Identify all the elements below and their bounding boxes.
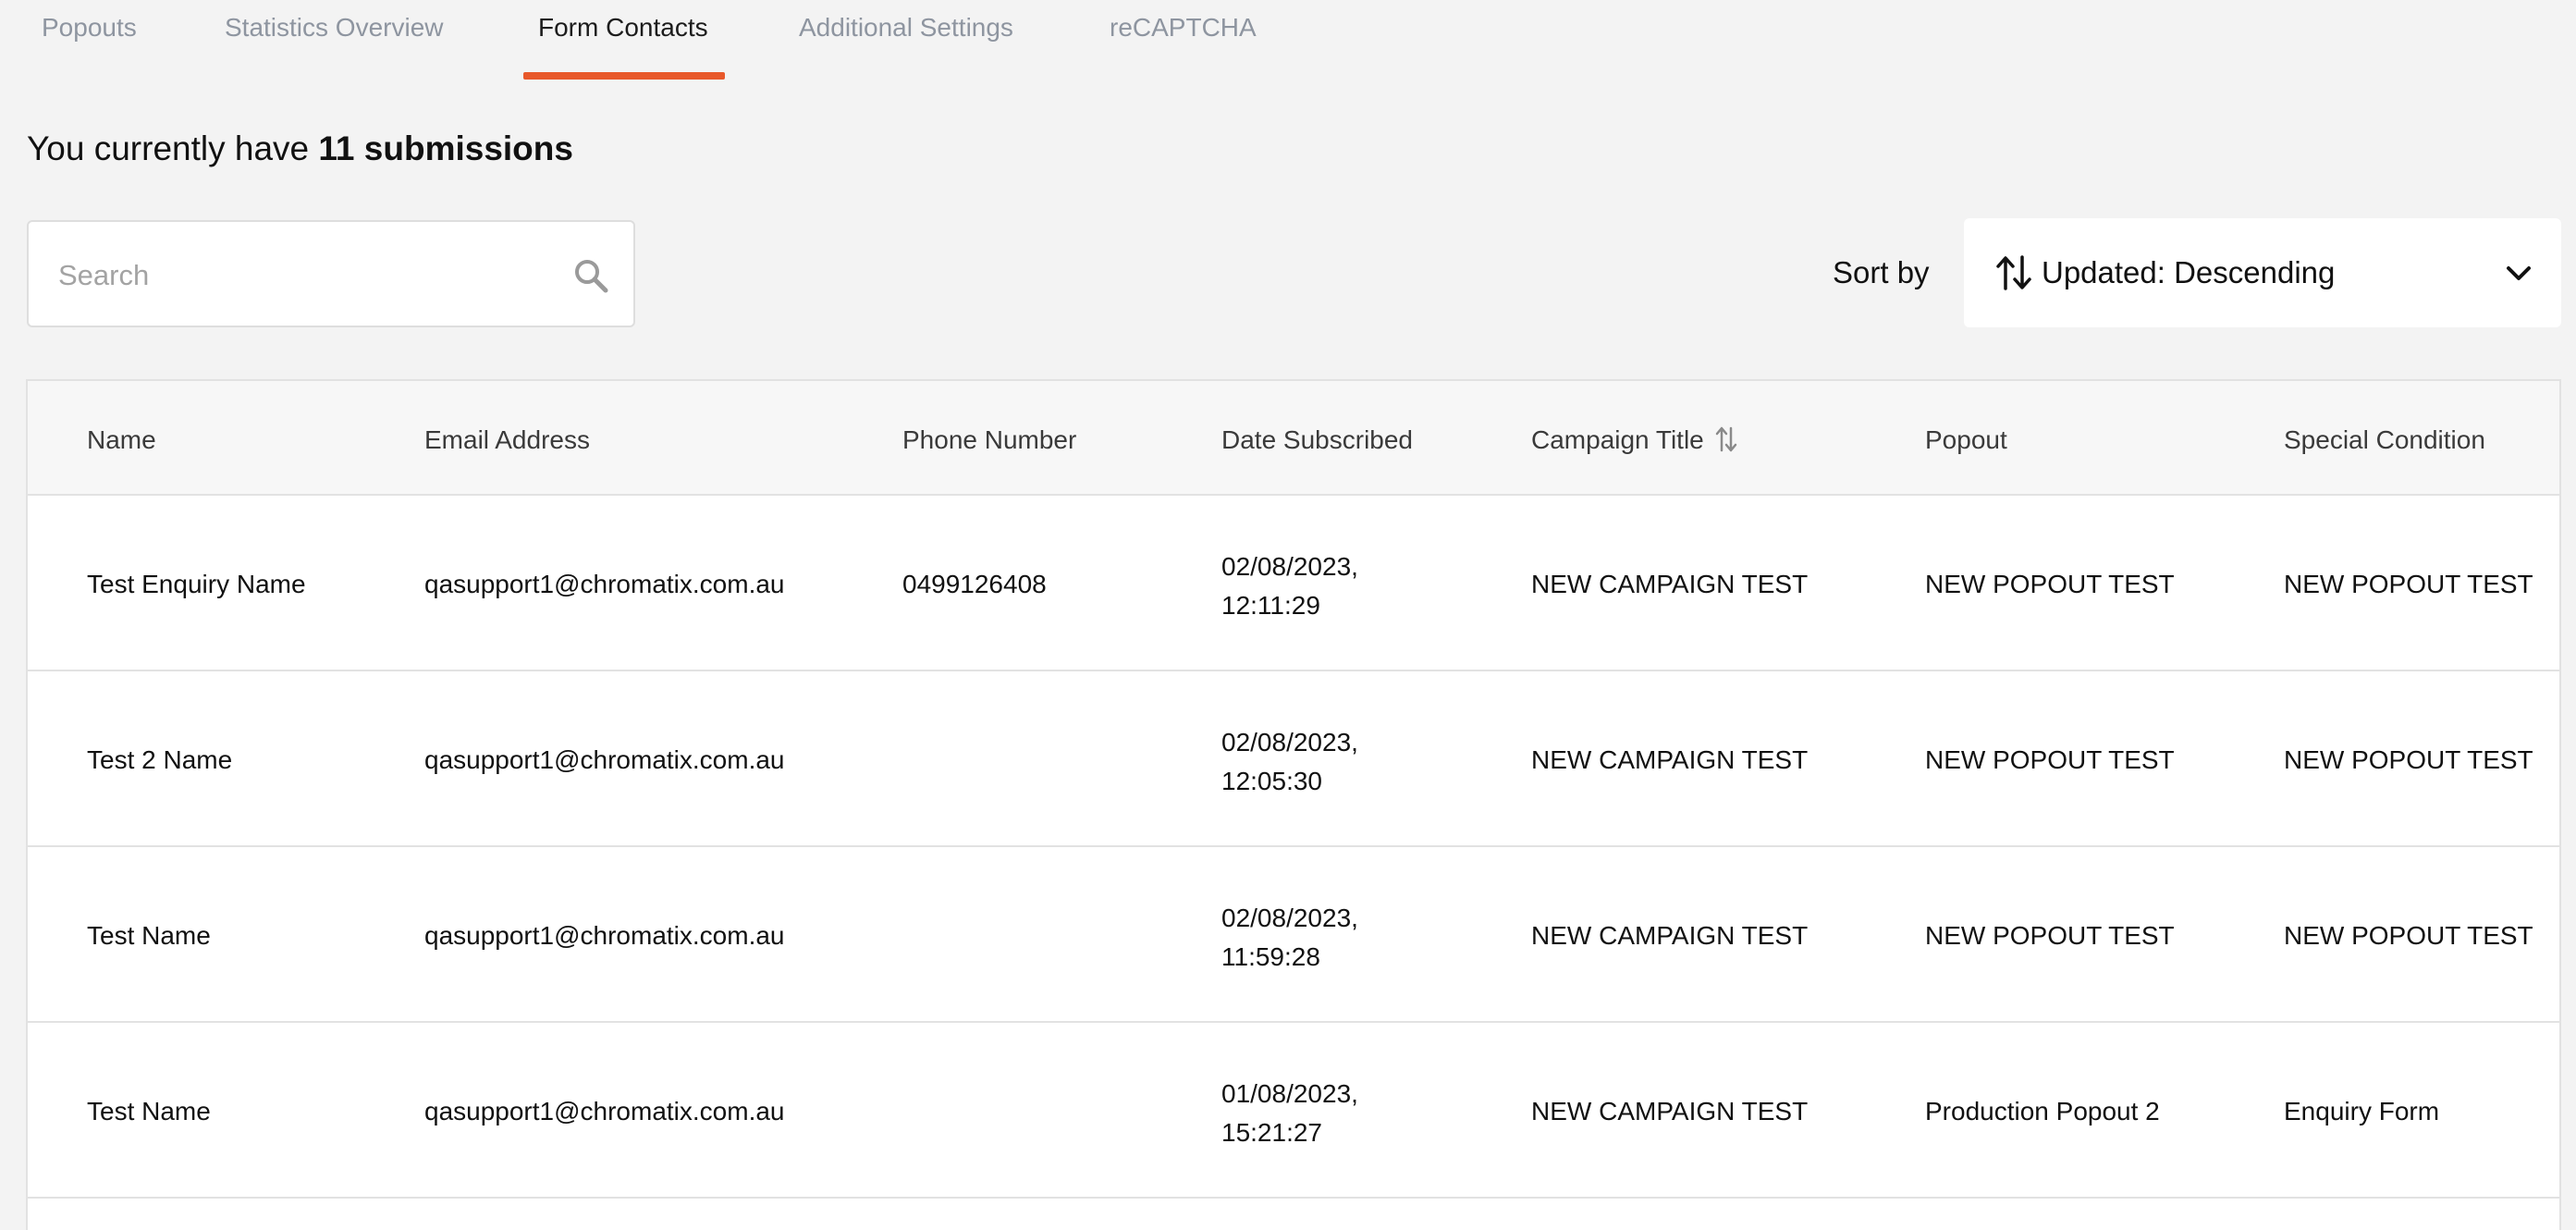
tab-popouts[interactable]: Popouts [42,0,137,81]
cell-date: 01/08/2023, 15:21:27 [1221,1075,1358,1152]
search-icon[interactable] [572,257,609,294]
column-header-date: Date Subscribed [1221,425,1414,454]
cell-date-time: 12:05:30 [1221,767,1322,795]
cell-date-day: 02/08/2023, [1221,552,1358,581]
cell-date-day: 01/08/2023, [1221,1079,1358,1108]
table-row[interactable]: Test Name qasupport1@chromatix.com.au 02… [28,847,2559,1023]
cell-popout: NEW POPOUT TEST [1925,921,2175,950]
cell-date: 02/08/2023, 12:05:30 [1221,723,1358,801]
cell-campaign: NEW CAMPAIGN TEST [1531,570,1809,598]
cell-campaign: NEW CAMPAIGN TEST [1531,745,1809,774]
cell-date-time: 15:21:27 [1221,1118,1322,1147]
cell-phone: 0499126408 [902,570,1047,598]
column-header-campaign-label: Campaign Title [1531,425,1704,454]
cell-name: Test 2 Name [87,745,233,774]
column-header-special-condition: Special Condition [2284,425,2485,454]
cell-campaign: NEW CAMPAIGN TEST [1531,1097,1809,1125]
table-row[interactable]: Test Enquiry Name qasupport1@chromatix.c… [28,496,2559,671]
column-header-popout: Popout [1925,425,2007,454]
cell-special-condition: Enquiry Form [2284,1097,2440,1125]
cell-popout: Production Popout 2 [1925,1097,2160,1125]
cell-popout: NEW POPOUT TEST [1925,570,2175,598]
summary-prefix: You currently have [27,129,310,167]
cell-name: Test Name [87,921,211,950]
contacts-table: Name Email Address Phone Number Date Sub… [26,379,2561,1230]
sort-label: Sort by [1833,255,1930,289]
sort-dropdown[interactable]: Updated: Descending [1964,218,2561,327]
cell-date-time: 11:59:28 [1221,942,1320,971]
tab-form-contacts[interactable]: Form Contacts [538,0,708,81]
table-row[interactable]: Test Name qasupport1@chromatix.com.au 01… [28,1023,2559,1199]
tab-bar: Popouts Statistics Overview Form Contact… [0,0,2576,81]
cell-name: Test Name [87,1097,211,1125]
cell-date-time: 12:11:29 [1221,591,1320,620]
cell-email: qasupport1@chromatix.com.au [424,1097,785,1125]
chevron-down-icon [2507,266,2531,280]
cell-date: 02/08/2023, 12:11:29 [1221,547,1358,625]
column-header-campaign[interactable]: Campaign Title [1531,425,1737,455]
sort-arrows-icon [1996,255,2031,290]
tab-recaptcha[interactable]: reCAPTCHA [1110,0,1257,81]
cell-campaign: NEW CAMPAIGN TEST [1531,921,1809,950]
sort-value: Updated: Descending [2042,255,2336,289]
column-header-email: Email Address [424,425,590,454]
column-header-name: Name [87,425,156,454]
cell-special-condition: NEW POPOUT TEST [2284,921,2533,950]
cell-popout: NEW POPOUT TEST [1925,745,2175,774]
search-input[interactable] [58,250,558,301]
cell-name: Test Enquiry Name [87,570,306,598]
cell-date: 02/08/2023, 11:59:28 [1221,899,1358,977]
cell-special-condition: NEW POPOUT TEST [2284,745,2533,774]
column-header-phone: Phone Number [902,425,1077,454]
cell-email: qasupport1@chromatix.com.au [424,745,785,774]
cell-email: qasupport1@chromatix.com.au [424,921,785,950]
submission-count: 11 submissions [318,129,573,167]
cell-date-day: 02/08/2023, [1221,728,1358,756]
active-tab-indicator [523,72,725,80]
search-box[interactable] [27,220,635,327]
cell-date-day: 02/08/2023, [1221,904,1358,932]
sort-arrows-icon[interactable] [1715,426,1737,452]
submission-summary: You currently have 11 submissions [27,129,573,168]
table-header: Name Email Address Phone Number Date Sub… [28,381,2559,496]
tab-additional-settings[interactable]: Additional Settings [799,0,1013,81]
cell-email: qasupport1@chromatix.com.au [424,570,785,598]
cell-special-condition: NEW POPOUT TEST [2284,570,2533,598]
tab-statistics-overview[interactable]: Statistics Overview [225,0,444,81]
table-row[interactable]: Test 2 Name qasupport1@chromatix.com.au … [28,671,2559,847]
